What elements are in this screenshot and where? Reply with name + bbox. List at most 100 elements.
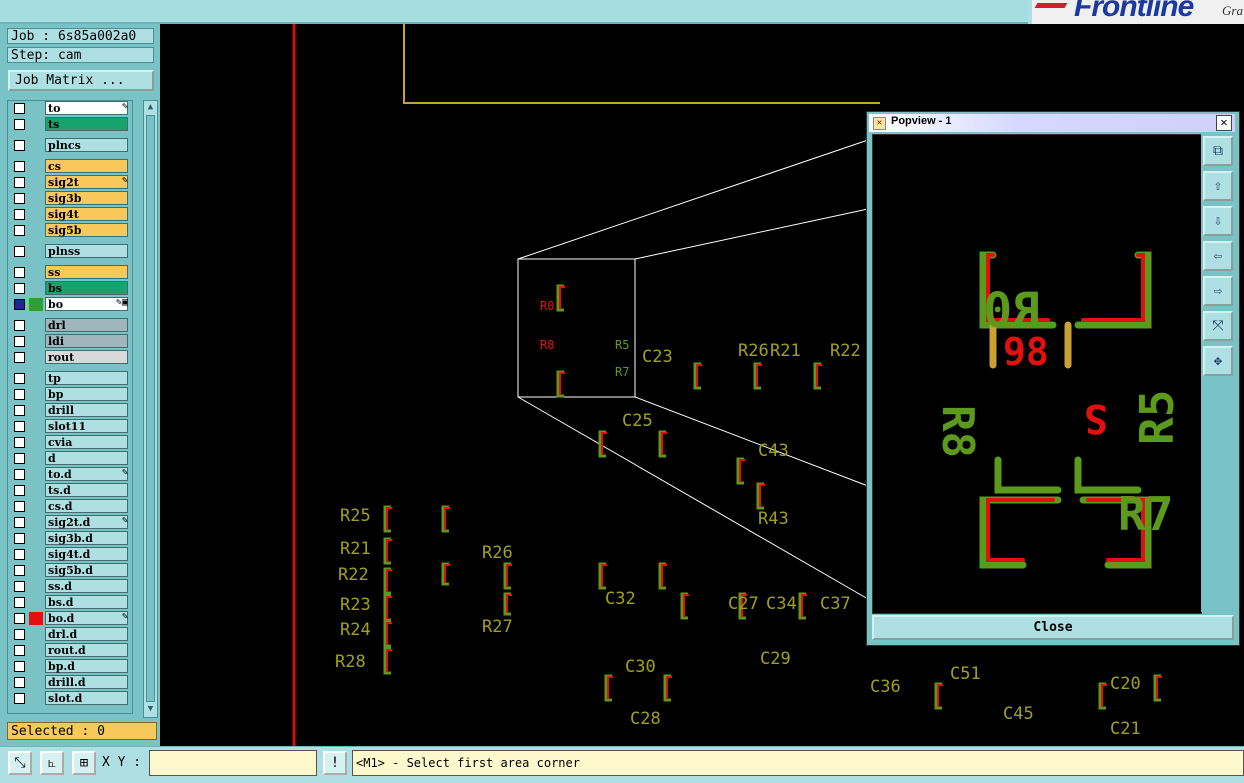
layer-checkbox[interactable]	[14, 661, 25, 672]
layer-color-swatch[interactable]	[29, 692, 43, 705]
layer-checkbox[interactable]	[14, 299, 25, 310]
layer-name[interactable]: drill.d	[45, 675, 128, 689]
layer-checkbox[interactable]	[14, 283, 25, 294]
scroll-down-icon[interactable]: ▼	[145, 704, 156, 715]
layer-checkbox[interactable]	[14, 677, 25, 688]
layer-checkbox[interactable]	[14, 161, 25, 172]
measure-icon[interactable]: ⤡	[8, 751, 32, 775]
popview-zoom-view[interactable]: R0 98 R8 R5 S R7	[872, 134, 1202, 614]
layer-row[interactable]: ts.d	[8, 483, 132, 498]
layer-name[interactable]: rout.d	[45, 643, 128, 657]
layer-color-swatch[interactable]	[29, 564, 43, 577]
layer-checkbox[interactable]	[14, 336, 25, 347]
layer-row[interactable]: sig4t	[8, 207, 132, 222]
layer-row[interactable]: to.d ✎	[8, 467, 132, 482]
layer-row[interactable]: bs	[8, 281, 132, 296]
layer-row[interactable]: plnss	[8, 244, 132, 259]
layer-color-swatch[interactable]	[29, 118, 43, 131]
layer-name[interactable]: drl	[45, 318, 128, 332]
layer-color-swatch[interactable]	[29, 532, 43, 545]
layer-row[interactable]: bs.d	[8, 595, 132, 610]
layer-row[interactable]: d	[8, 451, 132, 466]
layer-row[interactable]: sig4t.d	[8, 547, 132, 562]
layer-checkbox[interactable]	[14, 373, 25, 384]
layer-color-swatch[interactable]	[29, 644, 43, 657]
layer-color-swatch[interactable]	[29, 298, 43, 311]
layer-checkbox[interactable]	[14, 352, 25, 363]
job-matrix-button[interactable]: Job Matrix ...	[8, 70, 154, 91]
layer-name[interactable]: rout	[45, 350, 128, 364]
layer-name[interactable]: d	[45, 451, 128, 465]
layer-name[interactable]: cs.d	[45, 499, 128, 513]
layer-color-swatch[interactable]	[29, 282, 43, 295]
layer-color-swatch[interactable]	[29, 319, 43, 332]
layer-checkbox[interactable]	[14, 209, 25, 220]
layer-row[interactable]: ss.d	[8, 579, 132, 594]
layer-checkbox[interactable]	[14, 581, 25, 592]
layer-color-swatch[interactable]	[29, 160, 43, 173]
layer-checkbox[interactable]	[14, 597, 25, 608]
layer-name[interactable]: sig2t	[45, 175, 128, 189]
layer-color-swatch[interactable]	[29, 192, 43, 205]
layer-checkbox[interactable]	[14, 103, 25, 114]
layer-checkbox[interactable]	[14, 517, 25, 528]
grid-icon[interactable]: ⊞	[72, 751, 96, 775]
layer-row[interactable]: bp.d	[8, 659, 132, 674]
layer-name[interactable]: cvia	[45, 435, 128, 449]
layer-row[interactable]: cvia	[8, 435, 132, 450]
layer-name[interactable]: drill	[45, 403, 128, 417]
layer-name[interactable]: ss.d	[45, 579, 128, 593]
layer-name[interactable]: plnss	[45, 244, 128, 258]
popview-close-button[interactable]: Close	[872, 615, 1234, 640]
layer-row[interactable]: ss	[8, 265, 132, 280]
layer-color-swatch[interactable]	[29, 548, 43, 561]
layer-row[interactable]: cs.d	[8, 499, 132, 514]
layer-row[interactable]: ts	[8, 117, 132, 132]
layer-row[interactable]: slot.d	[8, 691, 132, 706]
layer-color-swatch[interactable]	[29, 208, 43, 221]
layer-row[interactable]: rout.d	[8, 643, 132, 658]
layer-row[interactable]: tp	[8, 371, 132, 386]
layer-row[interactable]: drl	[8, 318, 132, 333]
layer-color-swatch[interactable]	[29, 452, 43, 465]
layer-checkbox[interactable]	[14, 565, 25, 576]
layer-row[interactable]: cs	[8, 159, 132, 174]
layer-color-swatch[interactable]	[29, 660, 43, 673]
layer-name[interactable]: sig3b.d	[45, 531, 128, 545]
layer-name[interactable]: plncs	[45, 138, 128, 152]
layer-checkbox[interactable]	[14, 177, 25, 188]
layer-name[interactable]: bo.d	[45, 611, 128, 625]
layer-row[interactable]: drill	[8, 403, 132, 418]
layer-row[interactable]: drl.d	[8, 627, 132, 642]
layer-color-swatch[interactable]	[29, 436, 43, 449]
layer-name[interactable]: sig2t.d	[45, 515, 128, 529]
layer-name[interactable]: bp.d	[45, 659, 128, 673]
layer-row[interactable]: sig3b	[8, 191, 132, 206]
layer-checkbox[interactable]	[14, 193, 25, 204]
layer-color-swatch[interactable]	[29, 139, 43, 152]
layer-checkbox[interactable]	[14, 501, 25, 512]
layer-name[interactable]: bs	[45, 281, 128, 295]
zoom-fit-icon[interactable]: ⧉	[1203, 136, 1233, 166]
layer-checkbox[interactable]	[14, 140, 25, 151]
layer-row[interactable]: sig3b.d	[8, 531, 132, 546]
layer-name[interactable]: tp	[45, 371, 128, 385]
layer-color-swatch[interactable]	[29, 420, 43, 433]
layer-color-swatch[interactable]	[29, 224, 43, 237]
layer-color-swatch[interactable]	[29, 516, 43, 529]
layer-checkbox[interactable]	[14, 453, 25, 464]
layer-checkbox[interactable]	[14, 421, 25, 432]
layer-checkbox[interactable]	[14, 613, 25, 624]
layer-row[interactable]: rout	[8, 350, 132, 365]
pan-right-icon[interactable]: ⇨	[1203, 276, 1233, 306]
layer-color-swatch[interactable]	[29, 612, 43, 625]
layer-name[interactable]: sig3b	[45, 191, 128, 205]
layer-name[interactable]: ss	[45, 265, 128, 279]
layer-name[interactable]: ldi	[45, 334, 128, 348]
layer-checkbox[interactable]	[14, 225, 25, 236]
layer-name[interactable]: sig4t.d	[45, 547, 128, 561]
layer-row[interactable]: drill.d	[8, 675, 132, 690]
layer-color-swatch[interactable]	[29, 468, 43, 481]
layer-color-swatch[interactable]	[29, 404, 43, 417]
layer-checkbox[interactable]	[14, 119, 25, 130]
